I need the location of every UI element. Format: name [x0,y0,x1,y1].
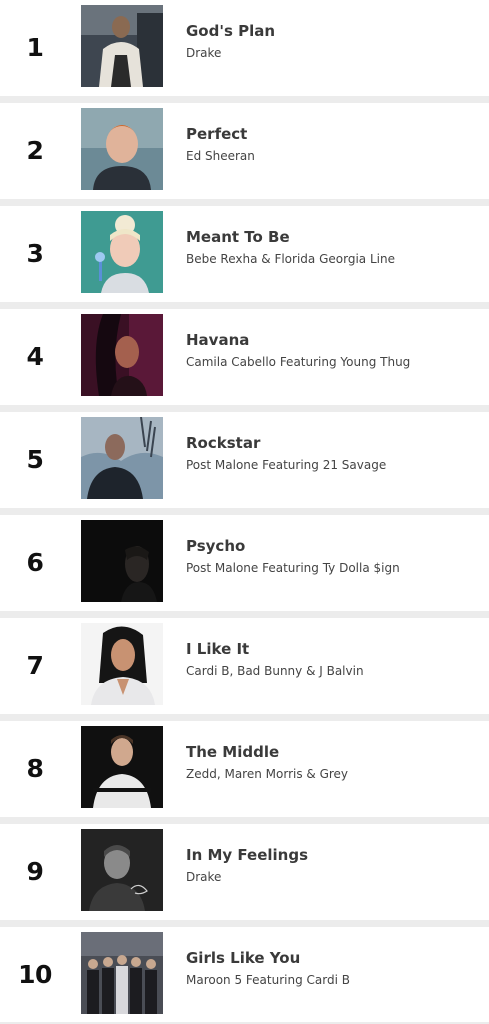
chart-row[interactable]: 5 Rockstar Post Malone Featuring 21 Sava… [0,412,489,508]
album-cover[interactable] [81,314,163,396]
album-cover-image-icon [81,623,163,705]
rank-number: 1 [26,33,44,62]
song-title[interactable]: Havana [186,331,249,349]
chart-row[interactable]: 9 In My Feelings Drake [0,824,489,920]
chart-row[interactable]: 1 God's Plan Drake [0,0,489,96]
album-cover-image-icon [81,211,163,293]
album-cover[interactable] [81,211,163,293]
song-title[interactable]: Perfect [186,125,247,143]
rank-number: 3 [26,239,44,268]
album-cover[interactable] [81,5,163,87]
song-title[interactable]: Girls Like You [186,949,300,967]
rank-number: 7 [26,651,44,680]
chart-row[interactable]: 7 I Like It Cardi B, Bad Bunny & J Balvi… [0,618,489,714]
song-title[interactable]: Meant To Be [186,228,290,246]
album-cover-image-icon [81,5,163,87]
song-artist[interactable]: Ed Sheeran [186,149,255,163]
album-cover[interactable] [81,520,163,602]
chart-row[interactable]: 2 Perfect Ed Sheeran [0,103,489,199]
album-cover[interactable] [81,623,163,705]
rank-number: 6 [26,548,44,577]
song-title[interactable]: I Like It [186,640,249,658]
album-cover[interactable] [81,932,163,1014]
song-artist[interactable]: Post Malone Featuring 21 Savage [186,458,386,472]
rank-number: 4 [26,342,44,371]
song-title[interactable]: God's Plan [186,22,275,40]
album-cover[interactable] [81,829,163,911]
song-artist[interactable]: Post Malone Featuring Ty Dolla $ign [186,561,400,575]
song-artist[interactable]: Maroon 5 Featuring Cardi B [186,973,350,987]
chart-row[interactable]: 10 Girls Like You Maroon 5 Featuring Car… [0,927,489,1022]
chart-row[interactable]: 6 Psycho Post Malone Featuring Ty Dolla … [0,515,489,611]
rank-number: 8 [26,754,44,783]
song-title[interactable]: In My Feelings [186,846,308,864]
song-title[interactable]: The Middle [186,743,279,761]
song-title[interactable]: Rockstar [186,434,260,452]
chart-list: 1 God's Plan Drake 2 Perfect Ed Sheeran … [0,0,489,1024]
song-title[interactable]: Psycho [186,537,245,555]
rank-number: 5 [26,445,44,474]
album-cover-image-icon [81,314,163,396]
song-artist[interactable]: Zedd, Maren Morris & Grey [186,767,348,781]
rank-number: 10 [18,960,52,989]
album-cover[interactable] [81,417,163,499]
album-cover-image-icon [81,829,163,911]
chart-row[interactable]: 4 Havana Camila Cabello Featuring Young … [0,309,489,405]
rank-number: 9 [26,857,44,886]
song-artist[interactable]: Cardi B, Bad Bunny & J Balvin [186,664,364,678]
album-cover[interactable] [81,726,163,808]
album-cover-image-icon [81,417,163,499]
chart-row[interactable]: 3 Meant To Be Bebe Rexha & Florida Georg… [0,206,489,302]
album-cover-image-icon [81,520,163,602]
rank-number: 2 [26,136,44,165]
song-artist[interactable]: Drake [186,870,221,884]
song-artist[interactable]: Bebe Rexha & Florida Georgia Line [186,252,395,266]
song-artist[interactable]: Drake [186,46,221,60]
album-cover-image-icon [81,108,163,190]
album-cover[interactable] [81,108,163,190]
album-cover-image-icon [81,726,163,808]
album-cover-image-icon [81,932,163,1014]
song-artist[interactable]: Camila Cabello Featuring Young Thug [186,355,410,369]
chart-row[interactable]: 8 The Middle Zedd, Maren Morris & Grey [0,721,489,817]
